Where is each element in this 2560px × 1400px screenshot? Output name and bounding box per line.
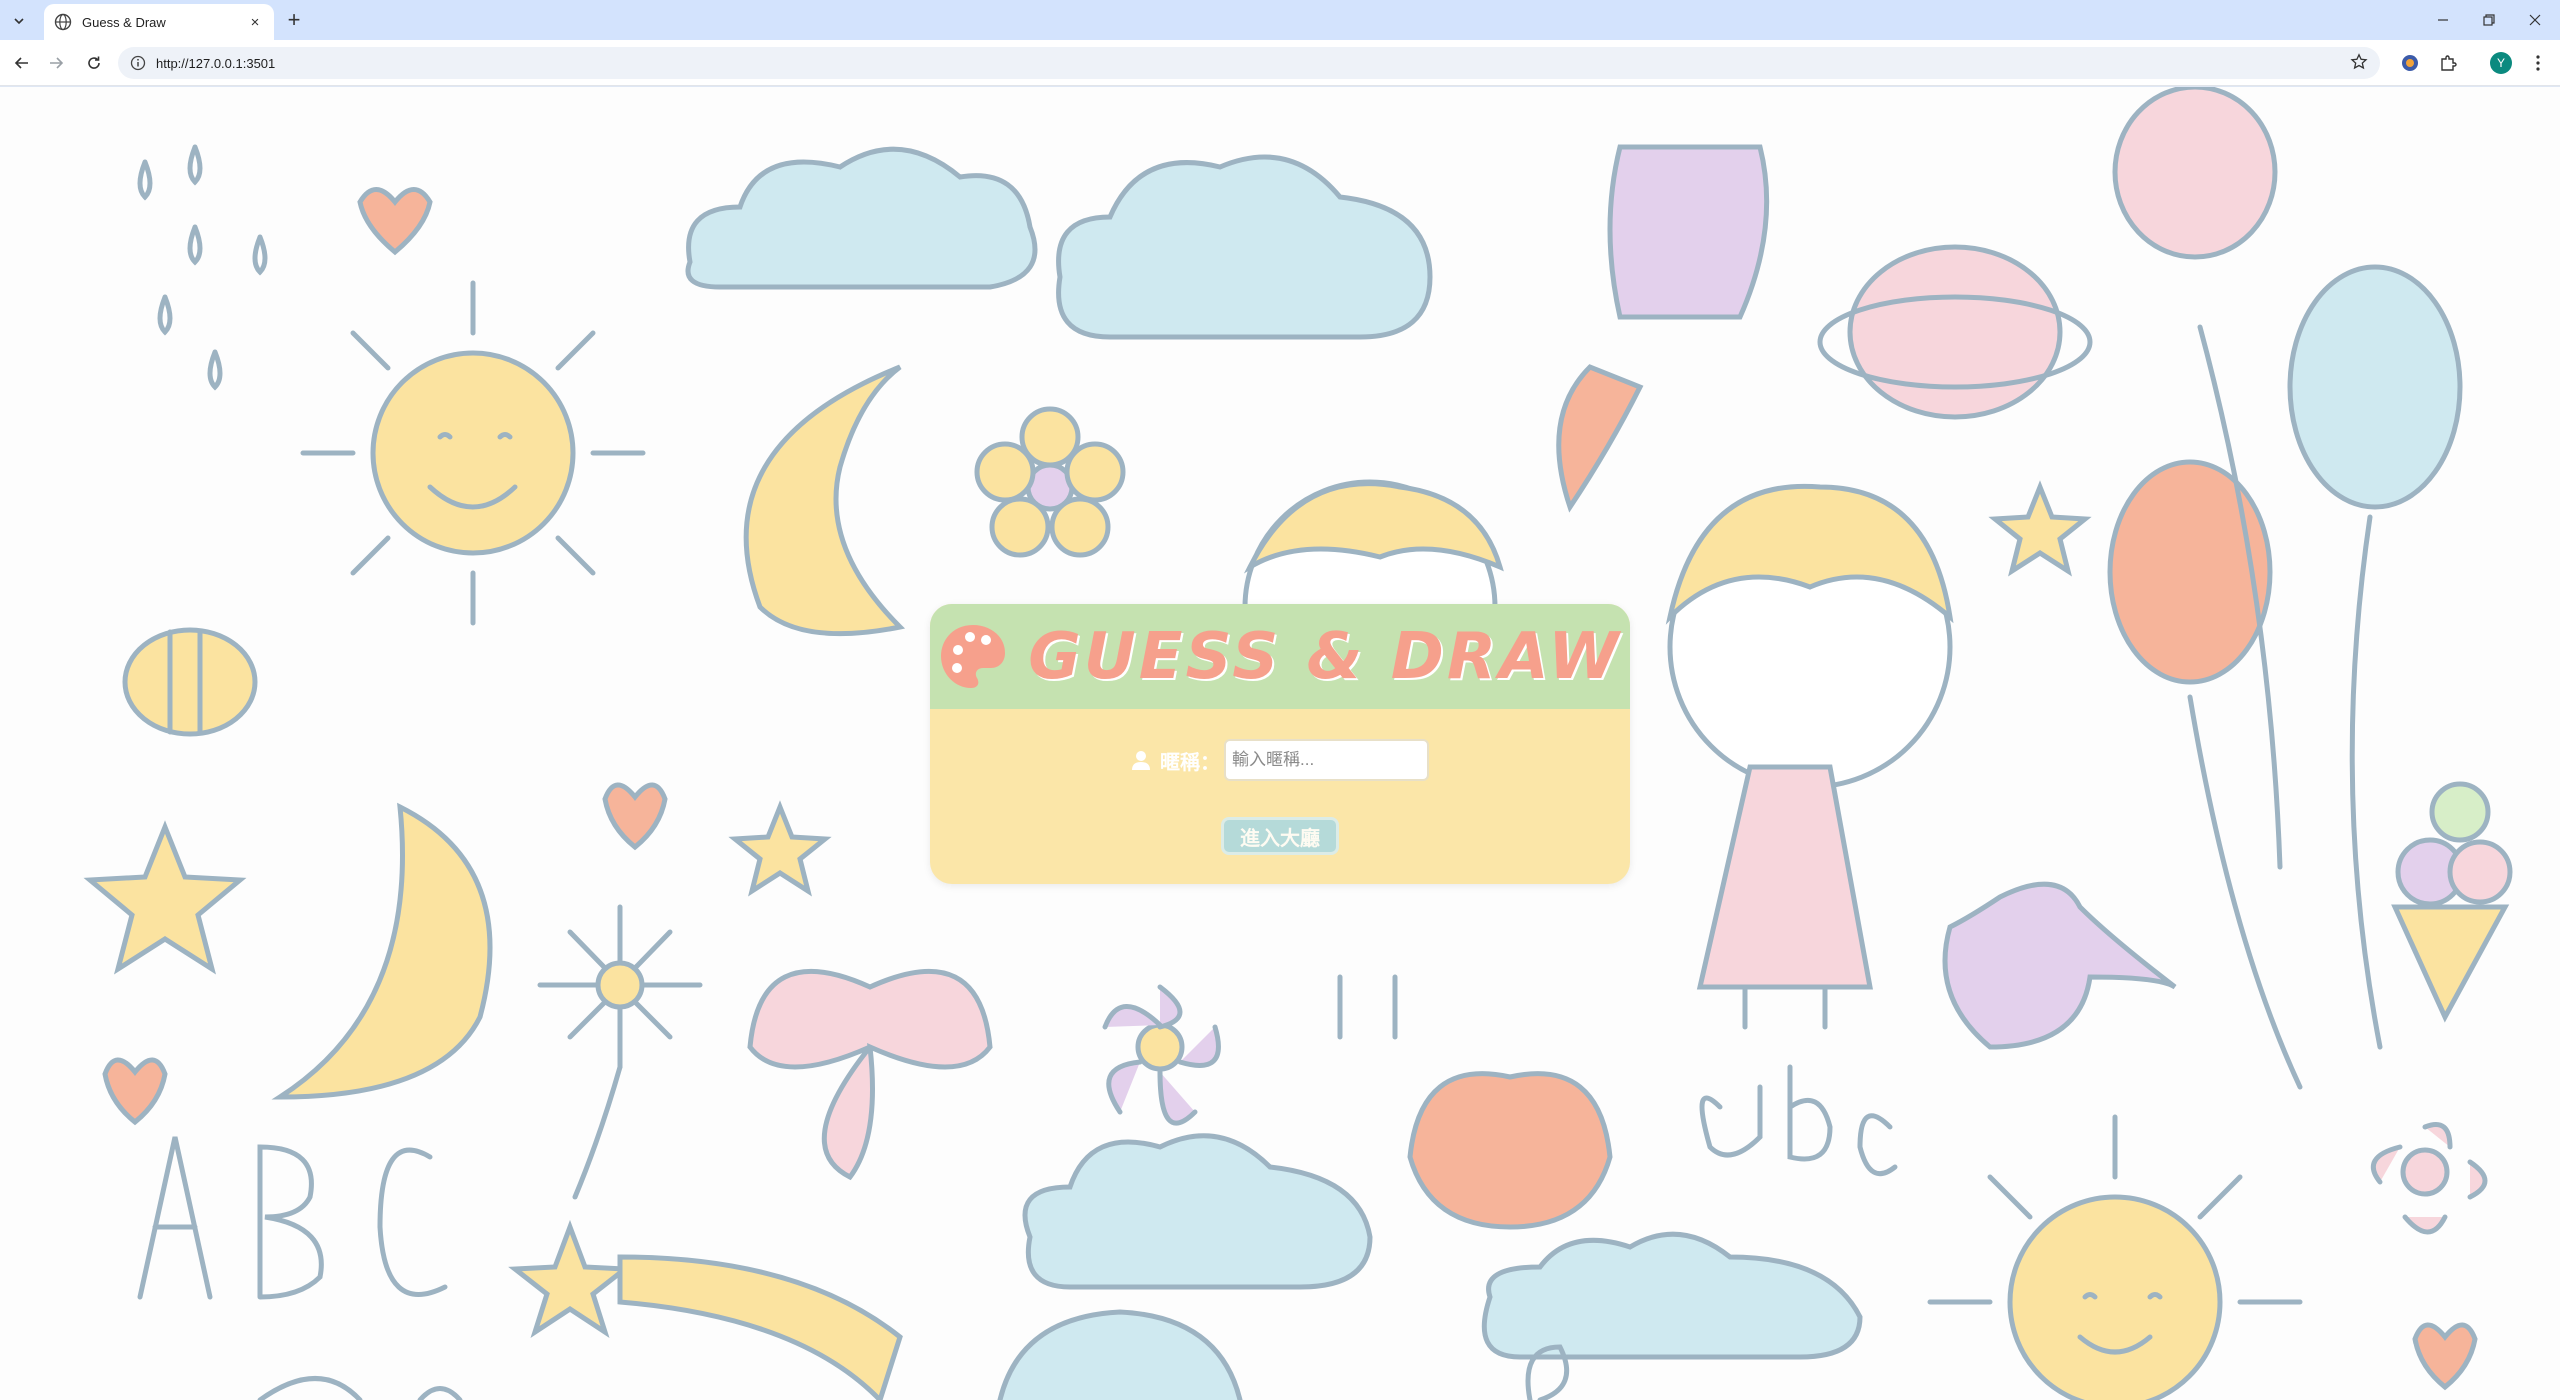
brand-title: GUESS & DRAW [1028, 619, 1622, 694]
nickname-row: 暱稱： [1130, 739, 1429, 781]
address-bar[interactable]: http://127.0.0.1:3501 [118, 47, 2380, 79]
login-card: GUESS & DRAW 暱稱： 進入大廳 [930, 604, 1630, 884]
tab-title: Guess & Draw [82, 14, 166, 30]
reload-icon [88, 56, 100, 69]
new-tab-button[interactable]: + [280, 7, 308, 32]
card-header: GUESS & DRAW [930, 604, 1630, 709]
globe-icon [54, 13, 72, 31]
reload-button[interactable] [80, 49, 108, 77]
chevron-down-icon [14, 18, 24, 25]
profile-button[interactable]: Y [2487, 49, 2515, 77]
extension-shield-icon [2402, 55, 2418, 71]
nickname-label: 暱稱： [1160, 751, 1220, 774]
extension-button[interactable] [2396, 49, 2424, 77]
more-vertical-icon [2536, 55, 2540, 71]
arrow-left-icon [14, 57, 28, 69]
nickname-input[interactable] [1224, 739, 1429, 781]
close-window-button[interactable] [2512, 0, 2558, 40]
arrow-right-icon [50, 57, 64, 69]
restore-icon [2483, 14, 2495, 26]
close-icon [2529, 14, 2541, 26]
puzzle-icon [2441, 55, 2457, 71]
forward-button[interactable] [42, 49, 70, 77]
minimize-icon [2438, 19, 2448, 21]
browser-menu-button[interactable] [2524, 49, 2552, 77]
url-text: http://127.0.0.1:3501 [156, 55, 276, 71]
minimize-button[interactable] [2420, 0, 2466, 40]
browser-tab[interactable]: Guess & Draw × [44, 4, 274, 40]
back-button[interactable] [8, 49, 36, 77]
enter-lobby-button[interactable]: 進入大廳 [1221, 817, 1339, 855]
info-icon [130, 55, 146, 71]
extensions-menu-button[interactable] [2434, 49, 2462, 77]
tab-search-button[interactable] [6, 8, 32, 34]
tab-close-icon[interactable]: × [246, 13, 264, 31]
browser-toolbar: http://127.0.0.1:3501 Y [0, 40, 2560, 86]
page-viewport: GUESS & DRAW 暱稱： 進入大廳 [0, 87, 2560, 1400]
card-body: 暱稱： 進入大廳 [930, 709, 1630, 884]
tab-strip: Guess & Draw × + [0, 0, 2560, 40]
sun-doodle [300, 280, 646, 626]
flower-doodle [974, 406, 1126, 558]
user-icon [1132, 751, 1150, 770]
restore-button[interactable] [2466, 0, 2512, 40]
profile-avatar: Y [2490, 52, 2512, 74]
bookmark-star-icon[interactable] [2350, 53, 2368, 71]
palette-icon [941, 624, 1006, 688]
